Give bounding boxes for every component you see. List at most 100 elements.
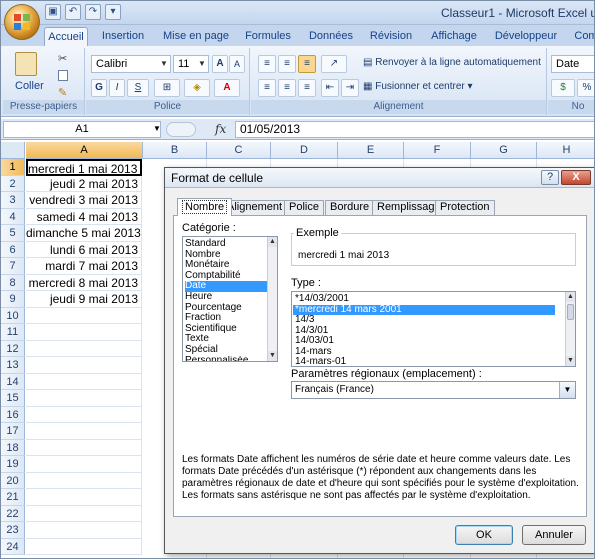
formula-input[interactable]: 01/05/2013 <box>235 121 594 138</box>
align-top-icon[interactable]: ≡ <box>258 55 276 73</box>
align-bottom-icon[interactable]: ≡ <box>298 55 316 73</box>
cell-a17[interactable] <box>26 423 142 440</box>
type-item[interactable]: 14-mars-01 <box>295 356 555 368</box>
undo-icon[interactable]: ↶ <box>65 4 81 20</box>
bold-button[interactable]: G <box>91 79 107 97</box>
close-button[interactable]: X <box>561 170 591 185</box>
row-header[interactable]: 17 <box>1 423 25 440</box>
fill-color-icon[interactable]: ◈ <box>184 79 210 97</box>
cell-a23[interactable] <box>26 522 142 539</box>
scroll-down-icon[interactable]: ▼ <box>566 356 575 366</box>
tab-developpeur[interactable]: Développeur <box>491 27 561 46</box>
increase-indent-icon[interactable]: ⇥ <box>341 79 359 97</box>
cell-a1[interactable]: mercredi 1 mai 2013 <box>26 159 142 176</box>
font-name-combo[interactable]: Calibri ▼ <box>91 55 171 73</box>
insert-function-button[interactable]: fx <box>215 122 226 136</box>
tab-donnees[interactable]: Données <box>305 27 357 46</box>
row-header[interactable]: 13 <box>1 357 25 374</box>
save-icon[interactable]: ▣ <box>45 4 61 20</box>
name-box-dropdown-icon[interactable]: ▼ <box>153 124 161 133</box>
locale-select[interactable]: Français (France) ▼ <box>291 381 576 399</box>
row-header[interactable]: 12 <box>1 340 25 357</box>
type-item-selected[interactable]: *mercredi 14 mars 2001 <box>293 304 555 315</box>
percent-button[interactable]: % <box>577 79 594 97</box>
currency-icon[interactable]: $ <box>551 79 575 97</box>
cell-a13[interactable] <box>26 357 142 374</box>
borders-icon[interactable]: ⊞ <box>154 79 180 97</box>
cell-a2[interactable]: jeudi 2 mai 2013 <box>26 175 142 192</box>
tab-com[interactable]: Com <box>571 27 594 46</box>
row-header[interactable]: 24 <box>1 538 25 555</box>
row-header[interactable]: 8 <box>1 274 25 291</box>
underline-button[interactable]: S <box>127 79 149 97</box>
row-header[interactable]: 23 <box>1 522 25 539</box>
tab-police[interactable]: Police <box>284 200 324 215</box>
category-item[interactable]: Standard <box>185 238 269 250</box>
category-list[interactable]: Standard Nombre Monétaire Comptabilité D… <box>182 236 278 362</box>
shrink-font-button[interactable]: A <box>229 55 245 73</box>
select-all-corner[interactable] <box>1 142 25 159</box>
type-scrollbar[interactable]: ▲ ▼ <box>565 292 575 366</box>
cell-a14[interactable] <box>26 373 142 390</box>
align-center-icon[interactable]: ≡ <box>278 79 296 97</box>
tab-mise-en-page[interactable]: Mise en page <box>161 27 231 46</box>
font-color-button[interactable]: A <box>214 79 240 97</box>
column-header-e[interactable]: E <box>338 142 404 159</box>
column-header-c[interactable]: C <box>207 142 271 159</box>
scroll-up-icon[interactable]: ▲ <box>268 237 277 247</box>
cell-a7[interactable]: mardi 7 mai 2013 <box>26 258 142 275</box>
wrap-text-button[interactable]: ▤ Renvoyer à la ligne automatiquement <box>363 57 541 68</box>
row-header[interactable]: 14 <box>1 373 25 390</box>
tab-formules[interactable]: Formules <box>241 27 295 46</box>
category-item[interactable]: Personnalisée <box>185 356 269 361</box>
column-header-f[interactable]: F <box>404 142 471 159</box>
row-header[interactable]: 9 <box>1 291 25 308</box>
row-header[interactable]: 16 <box>1 406 25 423</box>
cut-icon[interactable]: ✂ <box>58 52 67 65</box>
format-painter-icon[interactable]: ✎ <box>58 86 67 99</box>
tab-insertion[interactable]: Insertion <box>95 27 151 46</box>
decrease-indent-icon[interactable]: ⇤ <box>321 79 339 97</box>
cell-a10[interactable] <box>26 307 142 324</box>
category-item[interactable]: Heure <box>185 291 269 303</box>
category-scrollbar[interactable]: ▲ ▼ <box>267 237 277 361</box>
align-left-icon[interactable]: ≡ <box>258 79 276 97</box>
formula-bar-grip-icon[interactable] <box>166 122 196 137</box>
paste-icon[interactable] <box>15 52 37 76</box>
row-header[interactable]: 3 <box>1 192 25 209</box>
dialog-title-bar[interactable]: Format de cellule ? X <box>165 168 594 188</box>
align-right-icon[interactable]: ≡ <box>298 79 316 97</box>
cell-a22[interactable] <box>26 505 142 522</box>
column-header-g[interactable]: G <box>471 142 537 159</box>
tab-protection[interactable]: Protection <box>435 200 495 215</box>
font-size-combo[interactable]: 11 ▼ <box>173 55 209 73</box>
row-header[interactable]: 21 <box>1 489 25 506</box>
cell-a11[interactable] <box>26 324 142 341</box>
tab-affichage[interactable]: Affichage <box>425 27 483 46</box>
italic-button[interactable]: I <box>109 79 125 97</box>
row-header[interactable]: 10 <box>1 307 25 324</box>
merge-center-button[interactable]: ▦ Fusionner et centrer ▾ <box>363 81 473 92</box>
row-header[interactable]: 11 <box>1 324 25 341</box>
cell-a3[interactable]: vendredi 3 mai 2013 <box>26 192 142 209</box>
type-item[interactable]: 14/3 <box>295 314 555 326</box>
cell-a24[interactable] <box>26 538 142 555</box>
tab-bordure[interactable]: Bordure <box>325 200 375 215</box>
help-button[interactable]: ? <box>541 170 559 185</box>
column-header-h[interactable]: H <box>537 142 594 159</box>
name-box[interactable]: A1 <box>3 121 161 138</box>
column-header-d[interactable]: D <box>271 142 338 159</box>
row-header[interactable]: 7 <box>1 258 25 275</box>
cell-a5[interactable]: dimanche 5 mai 2013 <box>26 225 142 242</box>
cell-a4[interactable]: samedi 4 mai 2013 <box>26 208 142 225</box>
row-header[interactable]: 6 <box>1 241 25 258</box>
row-header[interactable]: 1 <box>1 159 25 176</box>
redo-icon[interactable]: ↷ <box>85 4 101 20</box>
tab-revision[interactable]: Révision <box>367 27 415 46</box>
scroll-down-icon[interactable]: ▼ <box>268 351 277 361</box>
office-button[interactable] <box>4 4 40 40</box>
category-item[interactable]: Spécial <box>185 344 269 356</box>
orientation-icon[interactable]: ↗ <box>321 55 347 73</box>
copy-icon[interactable] <box>58 70 68 81</box>
type-item[interactable]: 14/3/01 <box>295 325 555 337</box>
